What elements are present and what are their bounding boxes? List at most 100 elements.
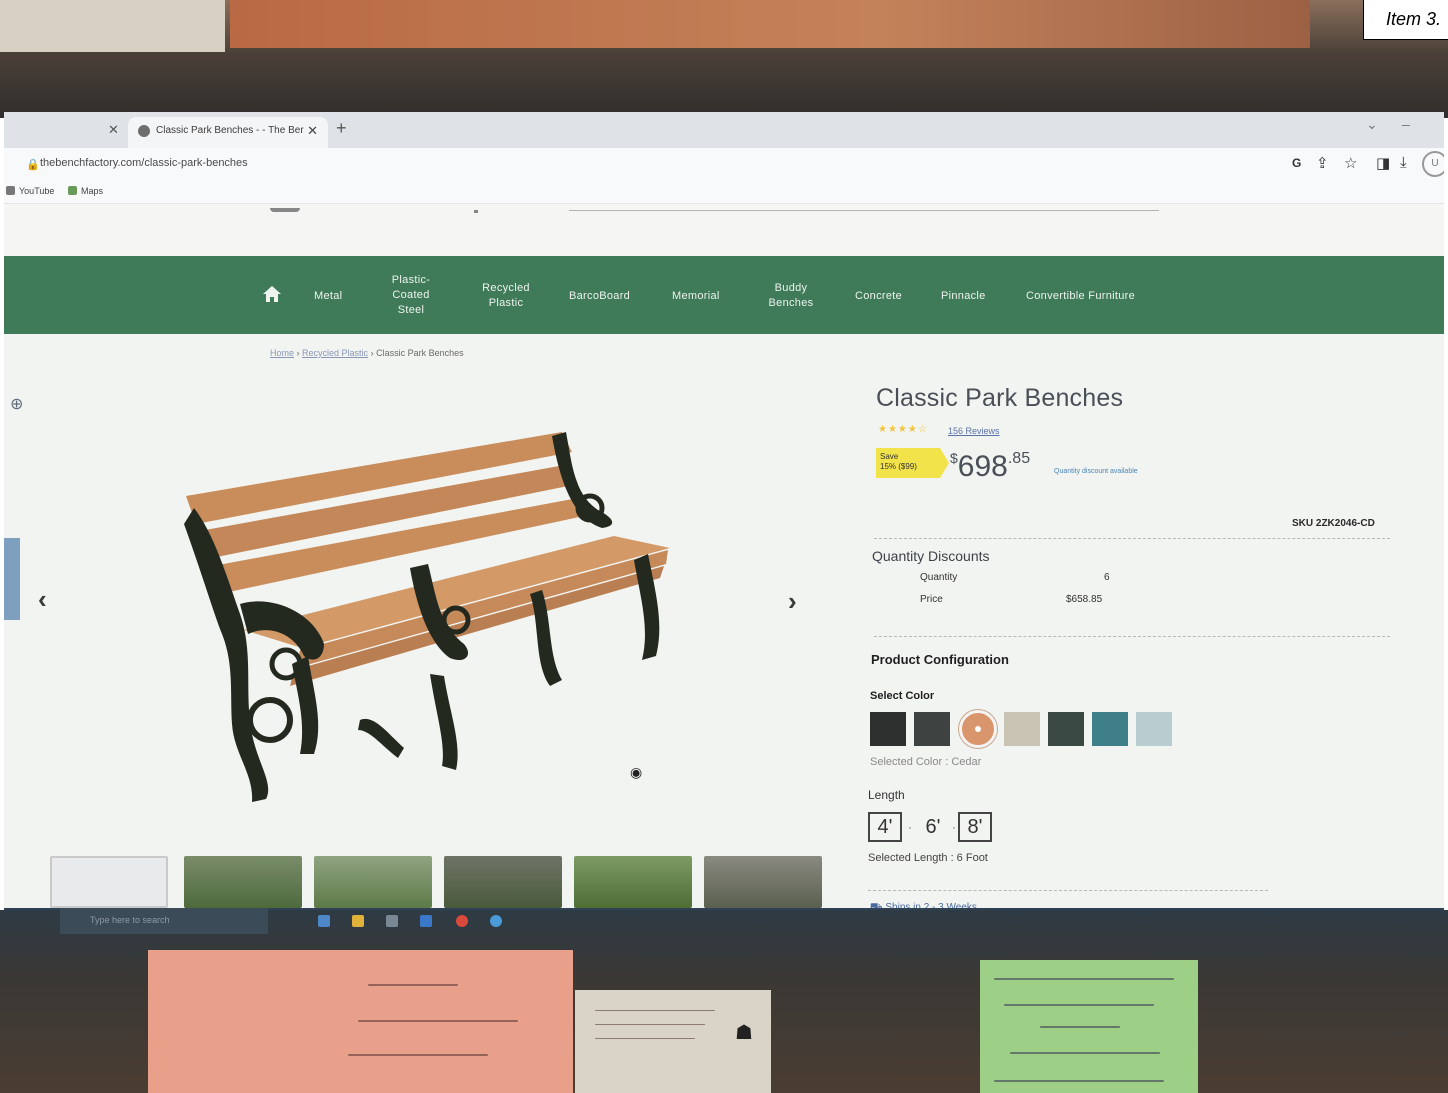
mail-icon[interactable] (420, 915, 432, 927)
color-swatch-sand[interactable] (1004, 712, 1040, 746)
selected-color: Selected Color : Cedar (870, 756, 982, 768)
product-price: $698.85 (950, 450, 1030, 484)
bookmark-youtube[interactable]: YouTube (6, 186, 54, 196)
product-configuration-title: Product Configuration (871, 652, 1009, 667)
save-badge: Save 15% ($99) (876, 448, 949, 478)
new-tab-icon[interactable]: + (336, 118, 347, 139)
nav-concrete[interactable]: Concrete (855, 289, 902, 304)
save-badge-amount: 15% ($99) (880, 462, 917, 471)
browser-tab[interactable]: Classic Park Benches - - The Ber ✕ (128, 117, 328, 148)
color-swatch-light-gray[interactable] (1136, 712, 1172, 746)
chrome-icon[interactable] (456, 915, 468, 927)
edge-icon[interactable] (490, 915, 502, 927)
length-label: Length (868, 788, 905, 802)
divider (868, 890, 1268, 891)
business-card: ☗ (575, 990, 771, 1093)
thumbnail-6[interactable] (704, 856, 822, 908)
length-separator: · (952, 820, 956, 834)
breadcrumb-current: Classic Park Benches (376, 348, 464, 358)
chevron-down-icon[interactable]: ⌄ (1366, 116, 1378, 133)
google-icon[interactable]: G (1292, 156, 1301, 170)
youtube-icon (6, 186, 15, 195)
price-value: $658.85 (1066, 594, 1103, 605)
breadcrumb: Home › Recycled Plastic › Classic Park B… (270, 348, 464, 358)
share-icon[interactable]: ⇪ (1316, 154, 1329, 172)
logo-fragment (270, 208, 300, 212)
color-swatch-green[interactable] (1048, 712, 1084, 746)
thumbnail-2[interactable] (184, 856, 302, 908)
color-swatch-black[interactable] (870, 712, 906, 746)
nav-plastic-coated-steel[interactable]: Plastic- Coated Steel (386, 273, 436, 318)
main-navigation: Metal Plastic- Coated Steel Recycled Pla… (4, 256, 1444, 334)
length-option-8ft[interactable]: 8' (958, 812, 992, 842)
bookmark-maps[interactable]: Maps (68, 186, 103, 196)
download-icon[interactable]: ⤓ (1400, 154, 1407, 171)
star-icon[interactable]: ☆ (1344, 154, 1357, 172)
side-tab[interactable] (4, 538, 20, 620)
length-option-6ft[interactable]: 6' (916, 812, 950, 842)
browser-tab-bar: ✕ Classic Park Benches - - The Ber ✕ + ⌄… (4, 112, 1444, 148)
url-field[interactable]: thebenchfactory.com/classic-park-benches (40, 157, 248, 169)
divider (874, 538, 1390, 539)
thumbnail-3[interactable] (314, 856, 432, 908)
close-tab-icon[interactable]: ✕ (307, 123, 318, 139)
nav-barcoboard[interactable]: BarcoBoard (569, 289, 630, 304)
product-title: Classic Park Benches (876, 384, 1124, 412)
address-bar: 🔒 thebenchfactory.com/classic-park-bench… (4, 148, 1444, 182)
taskview-icon[interactable] (318, 915, 330, 927)
photo-background-top (0, 0, 1448, 118)
save-badge-label: Save (880, 452, 899, 461)
badge-tip (940, 448, 949, 478)
site-header (4, 204, 1444, 256)
sticky-note-pink (148, 950, 573, 1093)
search-bar-edge[interactable] (569, 210, 1159, 211)
next-image-arrow-icon[interactable]: › (788, 586, 797, 617)
background-wall (230, 0, 1310, 48)
image-pager-icon[interactable]: ◉ (630, 764, 642, 781)
nav-metal[interactable]: Metal (314, 289, 342, 304)
lock-icon: 🔒 (26, 159, 40, 171)
thumbnail-1[interactable] (50, 856, 168, 908)
product-image-bench (184, 432, 670, 802)
color-swatch-gray[interactable] (914, 712, 950, 746)
breadcrumb-home[interactable]: Home (270, 348, 294, 358)
breadcrumb-category[interactable]: Recycled Plastic (302, 348, 368, 358)
bookmarks-bar: YouTube Maps (4, 182, 1444, 204)
divider (874, 636, 1390, 637)
profile-avatar[interactable]: U (1422, 151, 1444, 177)
length-option-4ft[interactable]: 4' (868, 812, 902, 842)
item-label: Item 3. (1363, 0, 1448, 40)
home-icon[interactable] (262, 285, 282, 303)
nav-memorial[interactable]: Memorial (672, 289, 720, 304)
quantity-discount-note[interactable]: Quantity discount available (1054, 468, 1138, 475)
selected-length: Selected Length : 6 Foot (868, 852, 988, 864)
quantity-discounts-title: Quantity Discounts (872, 548, 990, 564)
price-label: Price (920, 594, 943, 605)
file-explorer-icon[interactable] (352, 915, 364, 927)
globe-icon (138, 125, 150, 137)
select-color-label: Select Color (870, 690, 935, 702)
nav-pinnacle[interactable]: Pinnacle (941, 289, 986, 304)
extensions-icon[interactable]: ◨ (1376, 154, 1390, 172)
thumbnail-4[interactable] (444, 856, 562, 908)
previous-image-arrow-icon[interactable]: ‹ (38, 584, 47, 615)
length-separator: · (908, 820, 912, 834)
thumbnail-5[interactable] (574, 856, 692, 908)
tab-title: Classic Park Benches - - The Ber (156, 125, 304, 136)
color-swatch-blue[interactable] (1092, 712, 1128, 746)
nav-buddy-benches[interactable]: Buddy Benches (761, 281, 821, 311)
nav-convertible-furniture[interactable]: Convertible Furniture (1026, 289, 1135, 304)
store-icon[interactable] (386, 915, 398, 927)
header-dot (474, 210, 478, 213)
zoom-icon[interactable]: ⊕ (10, 394, 23, 414)
nav-recycled-plastic[interactable]: Recycled Plastic (476, 281, 536, 311)
color-swatch-cedar[interactable] (959, 710, 997, 748)
close-icon[interactable]: ✕ (108, 122, 119, 138)
reviews-link[interactable]: 156 Reviews (948, 426, 1000, 436)
thumbnail-strip (48, 850, 838, 912)
background-paper (0, 0, 225, 52)
monitor-screen: ✕ Classic Park Benches - - The Ber ✕ + ⌄… (4, 112, 1444, 912)
price-whole: 698 (957, 450, 1008, 483)
taskbar-search[interactable]: Type here to search (60, 908, 268, 934)
minimize-icon[interactable]: – (1402, 116, 1410, 132)
